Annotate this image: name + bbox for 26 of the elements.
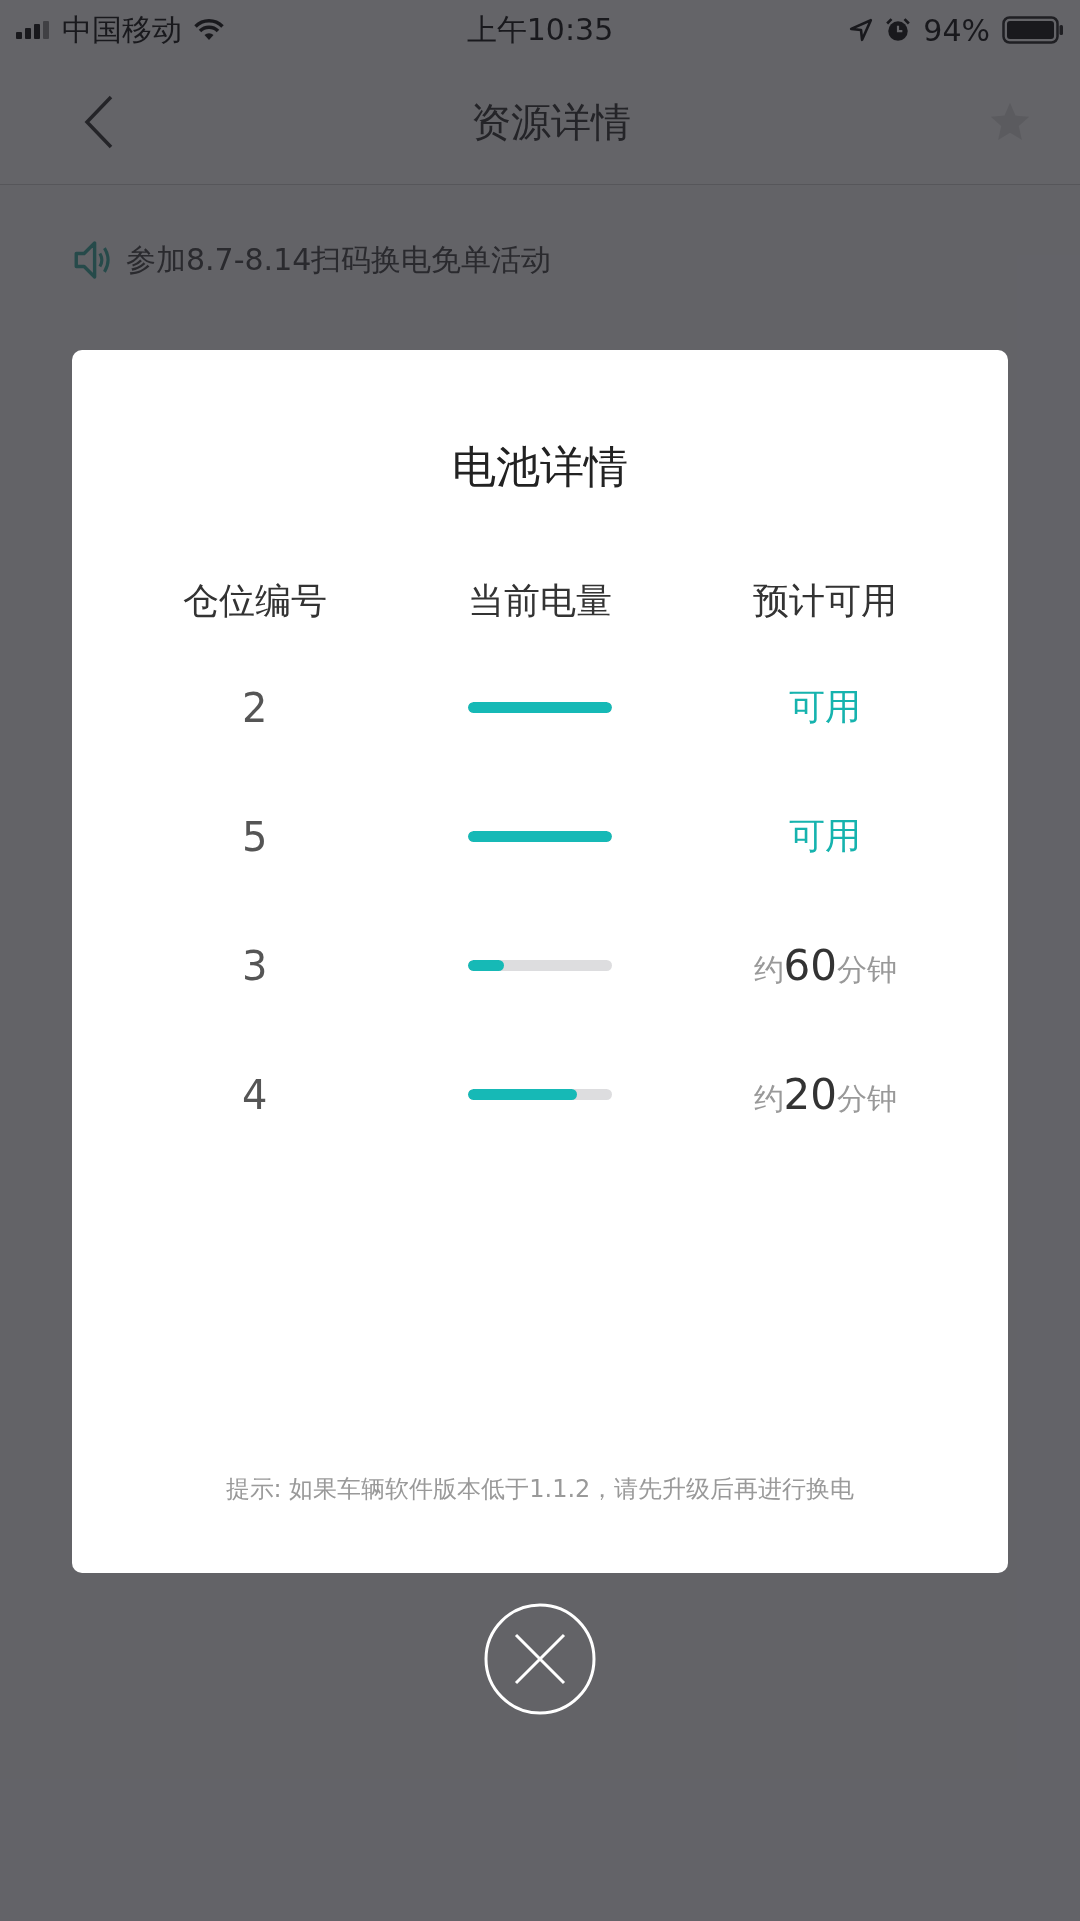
slot-number: 5: [241, 813, 268, 860]
page-title: 资源详情: [471, 97, 631, 147]
signal-icon: [16, 21, 50, 39]
wifi-icon: [194, 19, 224, 41]
status-text: 可用: [789, 814, 862, 858]
slot-number: 3: [241, 942, 268, 989]
notice-text: 参加8.7-8.14扫码换电免单活动: [126, 240, 552, 279]
back-icon[interactable]: [84, 95, 114, 149]
hint-text: 提示: 如果车辆软件版本低于1.1.2，请先升级后再进行换电: [225, 1474, 855, 1505]
status-text: 可用: [789, 685, 862, 729]
close-icon[interactable]: [484, 1603, 596, 1715]
estimate-text: 约20分钟: [753, 1069, 898, 1120]
column-header: 当前电量: [468, 579, 612, 623]
slot-number: 2: [241, 684, 268, 731]
dialog-title: 电池详情: [452, 440, 628, 494]
column-header: 预计可用: [753, 579, 898, 623]
battery-icon: [1002, 16, 1064, 44]
location-arrow-icon: [849, 18, 874, 42]
battery-percent: 94%: [923, 12, 990, 48]
speaker-icon: [72, 239, 112, 281]
slot-number: 4: [241, 1071, 268, 1118]
alarm-clock-icon: [885, 17, 912, 43]
carrier-name: 中国移动: [62, 10, 182, 49]
column-header: 仓位编号: [182, 579, 327, 623]
estimate-text: 约60分钟: [753, 940, 898, 991]
status-time: 上午10:35: [466, 10, 614, 49]
